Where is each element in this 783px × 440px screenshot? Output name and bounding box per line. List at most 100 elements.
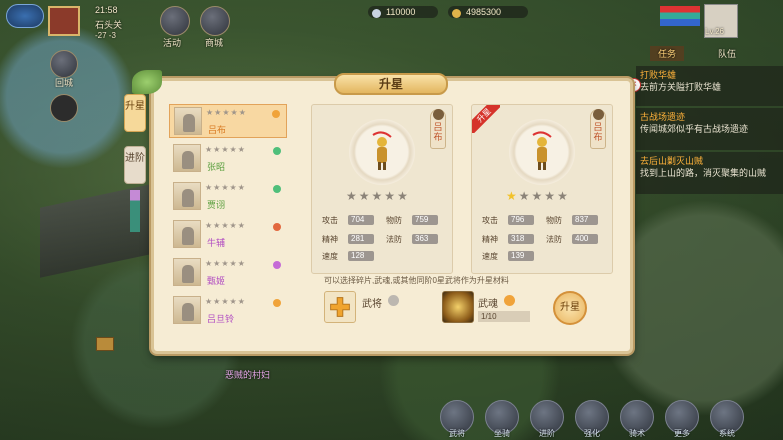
minimap-button[interactable] — [6, 4, 44, 28]
stat-value: 318 — [508, 234, 534, 244]
stat-label: 精神 — [322, 235, 338, 244]
star-rating: ★★★★★ — [346, 189, 410, 203]
general-name: 张昭 — [207, 162, 226, 172]
map-name: 石头关 — [95, 20, 123, 30]
stat-value: 128 — [348, 251, 374, 261]
star-icon: ★ — [371, 189, 385, 203]
event-icon[interactable] — [160, 6, 190, 36]
task-title: 去后山剿灭山贼 — [640, 156, 704, 166]
star-rating: ★★★★★ — [506, 189, 570, 203]
star-icon: ★ — [518, 189, 532, 203]
star-row-icon: ★★★★★ — [205, 183, 246, 192]
soul-material-label: 武魂 — [478, 299, 498, 310]
star-icon: ★ — [397, 189, 410, 203]
stat-value: 759 — [412, 215, 438, 225]
general-figure-icon — [182, 303, 194, 321]
home-city-icon[interactable] — [50, 50, 78, 78]
event-label: 活动 — [163, 38, 182, 48]
task-item[interactable]: 打败华雄 去前方关隘打败华雄 — [636, 66, 783, 106]
star-icon: ★ — [358, 189, 372, 203]
general-name: 吕布 — [208, 125, 227, 135]
general-figure-icon — [182, 265, 194, 283]
general-list-item[interactable]: ★★★★★ 吕旦铃 — [169, 294, 287, 328]
general-list-item[interactable]: ★★★★★ 吕布 — [169, 104, 287, 138]
soul-radio[interactable] — [504, 295, 515, 306]
lubu-figure-icon — [372, 131, 392, 170]
silver-coin-icon — [372, 9, 381, 18]
star-icon: ★ — [531, 189, 545, 203]
menu-label: 系统 — [719, 429, 735, 438]
tab-task[interactable]: 任务 — [650, 46, 685, 61]
general-avatar — [173, 144, 201, 172]
stat-label: 精神 — [482, 235, 498, 244]
upgraded-general-card: 升星 吕布 ★★★★★ 攻击 796 物防 837 精神 318 法防 400 速度 139 — [471, 104, 613, 274]
stat-label: 攻击 — [322, 216, 338, 225]
shop-icon[interactable] — [200, 6, 230, 36]
map-coords: -27 -3 — [95, 31, 116, 40]
general-figure-icon — [182, 189, 194, 207]
general-avatar — [174, 107, 202, 135]
tab-advance[interactable]: 进阶 — [124, 146, 146, 184]
general-avatar — [173, 220, 201, 248]
general-list: ★★★★★ 吕布 ★★★★★ 张昭 ★★★★★ 贾诩 ★★★★★ 牛辅 ★★★★★ 甄姬 ★★★★★… — [169, 104, 289, 330]
stat-value: 837 — [572, 215, 598, 225]
task-title: 古战场遗迹 — [640, 112, 686, 122]
material-hint: 可以选择碎片,武魂,或其他同阶0星武将作为升星材料 — [324, 276, 509, 285]
treasure-chest-icon[interactable] — [96, 337, 114, 351]
general-figure-icon — [183, 114, 195, 132]
player-avatar[interactable] — [48, 6, 80, 36]
stat-label: 速度 — [322, 252, 338, 261]
lubu-figure-icon — [532, 131, 552, 170]
hero-portrait — [509, 119, 575, 185]
upgrade-star-button[interactable]: 升星 — [553, 291, 587, 325]
general-name: 吕旦铃 — [207, 314, 235, 324]
task-desc: 找到上山的路，消灭聚集的山贼 — [640, 168, 767, 178]
menu-label: 强化 — [584, 429, 600, 438]
task-item[interactable]: 古战场遗迹 传闻城郊似乎有古战场遗迹 — [636, 108, 783, 150]
menu-label: 坐骑 — [494, 429, 510, 438]
shop-label: 商城 — [205, 38, 224, 48]
general-list-item[interactable]: ★★★★★ 贾诩 — [169, 180, 287, 214]
general-name: 甄姬 — [207, 276, 226, 286]
jade-pendant-icon — [130, 190, 140, 232]
general-radio[interactable] — [388, 295, 399, 306]
star-icon: ★ — [346, 189, 359, 203]
general-list-item[interactable]: ★★★★★ 张昭 — [169, 142, 287, 176]
dialog-title: 升星 — [334, 73, 448, 95]
chat-icon[interactable] — [50, 94, 78, 122]
hero-portrait — [349, 119, 415, 185]
npc-name[interactable]: 恶贼的村妇 — [225, 368, 270, 381]
stat-value: 400 — [572, 234, 598, 244]
general-figure-icon — [182, 227, 194, 245]
tab-upgrade-star[interactable]: 升星 — [124, 94, 146, 132]
menu-label: 骑术 — [629, 429, 645, 438]
task-panel: 打败华雄 去前方关隘打败华雄 古战场遗迹 传闻城郊似乎有古战场遗迹 去后山剿灭山贼找… — [636, 60, 783, 195]
general-avatar — [173, 258, 201, 286]
menu-label: 更多 — [674, 429, 690, 438]
element-icon — [273, 147, 281, 155]
current-general-card: 吕布 ★★★★★ 攻击 704 物防 759 精神 281 法防 363 速度 128 — [311, 104, 453, 274]
task-item[interactable]: 去后山剿灭山贼找到上山的路，消灭聚集的山贼 — [636, 152, 783, 194]
star-icon: ★ — [557, 189, 570, 203]
tab-team[interactable]: 队伍 — [712, 46, 742, 61]
add-general-button[interactable] — [324, 291, 356, 323]
soul-count: 1/10 — [478, 311, 530, 322]
plus-icon — [330, 297, 350, 317]
star-icon: ★ — [506, 189, 519, 203]
silver-currency: 110000 — [368, 6, 438, 18]
stat-value: 704 — [348, 215, 374, 225]
soul-item-icon[interactable] — [442, 291, 474, 323]
star-row-icon: ★★★★★ — [206, 108, 247, 117]
star-row-icon: ★★★★★ — [205, 145, 246, 154]
element-icon — [273, 299, 281, 307]
gold-amount: 4985300 — [466, 7, 502, 17]
general-list-item[interactable]: ★★★★★ 甄姬 — [169, 256, 287, 290]
stat-label: 攻击 — [482, 216, 498, 225]
stat-value: 281 — [348, 234, 374, 244]
stat-label: 法防 — [386, 235, 402, 244]
star-row-icon: ★★★★★ — [205, 297, 246, 306]
stat-value: 139 — [508, 251, 534, 261]
stat-label: 物防 — [546, 216, 562, 225]
general-list-item[interactable]: ★★★★★ 牛辅 — [169, 218, 287, 252]
star-icon: ★ — [384, 189, 398, 203]
